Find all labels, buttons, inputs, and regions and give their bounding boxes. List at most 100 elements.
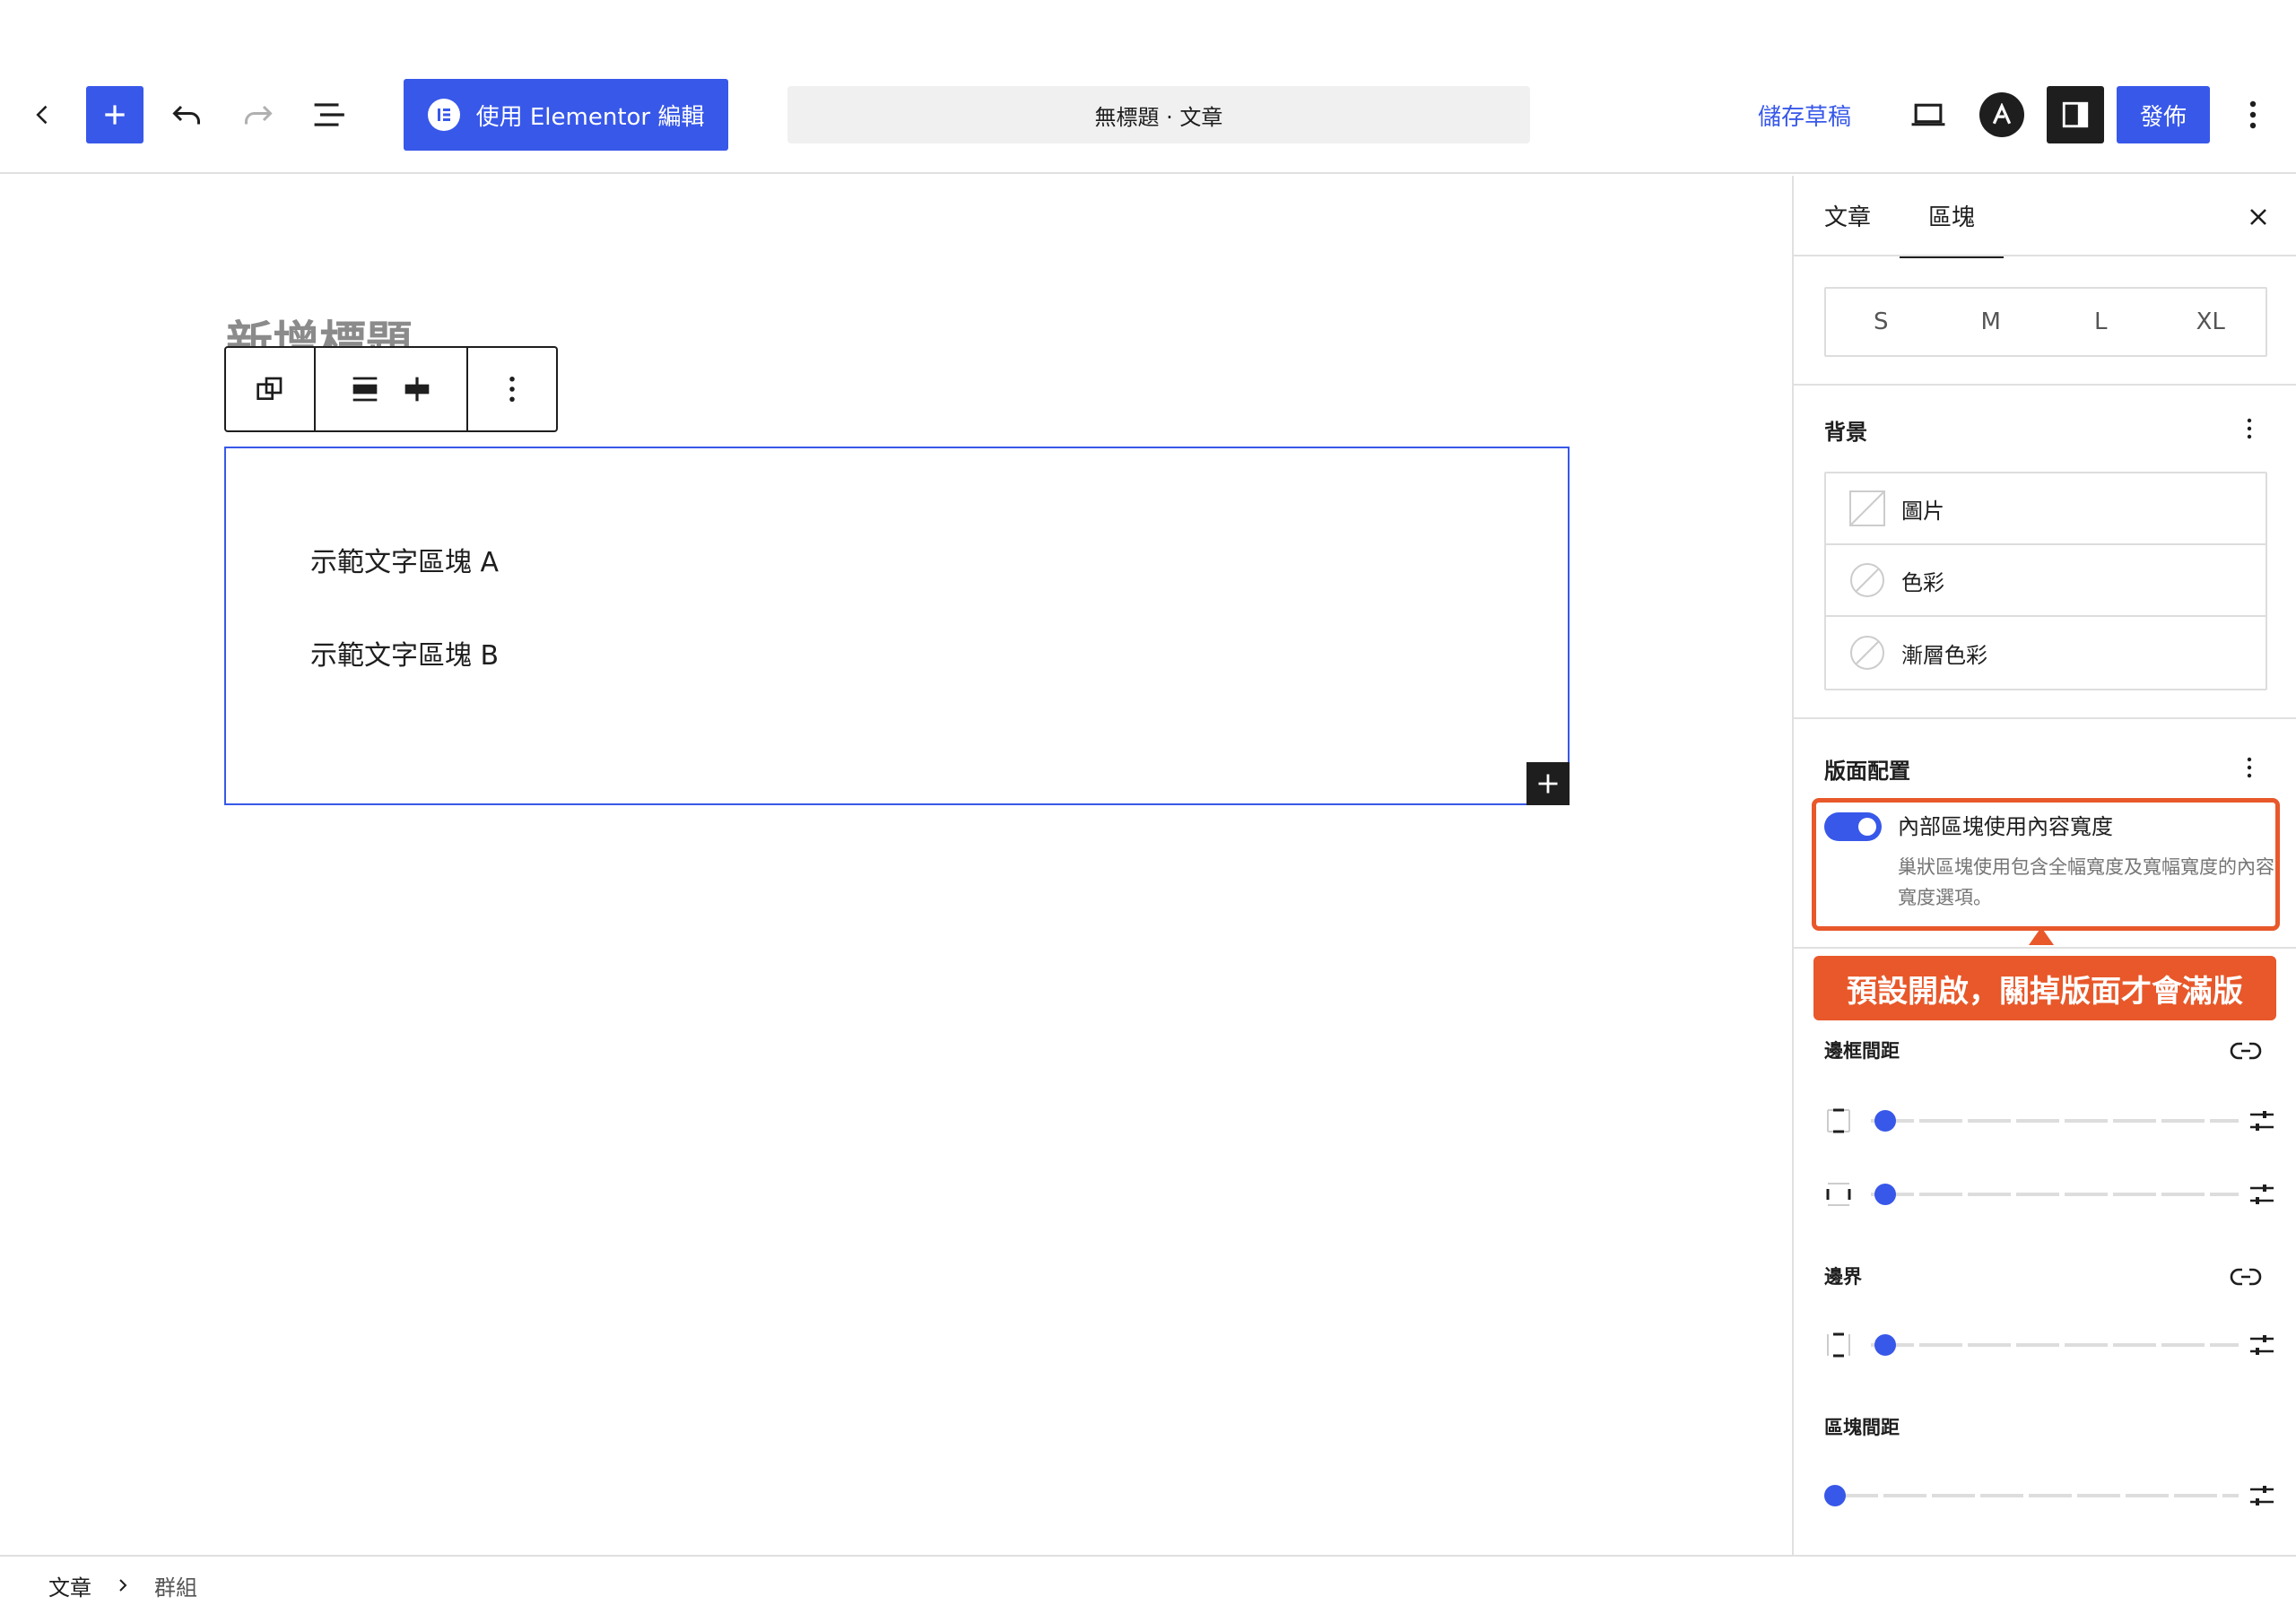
document-title-bar[interactable]: 無標題 · 文章 [787,86,1530,143]
size-option-xl[interactable]: XL [2156,289,2266,355]
tab-post[interactable]: 文章 [1824,199,1871,232]
more-vertical-icon [509,377,515,402]
options-button[interactable] [2224,86,2282,143]
margin-vertical-slider-track[interactable] [1871,1343,2239,1347]
padding-horizontal-slider-track[interactable] [1871,1193,2239,1196]
background-options-list: 圖片 色彩 漸層色彩 [1824,472,2267,690]
undo-button[interactable] [158,86,215,143]
block-toolbar [224,346,558,432]
elementor-logo-icon [427,99,460,131]
annotation-callout: 預設開啟，關掉版面才會滿版 [1813,956,2276,1020]
padding-vertical-slider-thumb[interactable] [1874,1110,1896,1132]
sidebar-icon [2062,101,2089,128]
layout-panel-title: 版面配置 [1824,759,1910,784]
margin-title: 邊界 [1824,1266,1862,1288]
margin-vertical-slider-thumb[interactable] [1874,1334,1896,1356]
chevron-left-icon [36,105,48,125]
size-option-s[interactable]: S [1826,289,1936,355]
block-spacing-title: 區塊間距 [1824,1417,1900,1438]
close-icon [2250,209,2266,225]
alignment-controls [316,348,468,430]
background-image-item[interactable]: 圖片 [1826,473,2266,545]
group-block[interactable]: 示範文字區塊 A 示範文字區塊 B [224,447,1570,805]
settings-sidebar-toggle[interactable] [2047,86,2104,143]
elementor-button-label: 使用 Elementor 編輯 [475,103,705,131]
edit-with-elementor-button[interactable]: 使用 Elementor 編輯 [404,79,728,151]
background-options-button[interactable] [2233,412,2266,445]
sidebar-tabs: 文章 區塊 [1794,176,2296,256]
block-options-button[interactable] [468,348,556,430]
layout-options-button[interactable] [2233,751,2266,784]
background-color-item[interactable]: 色彩 [1826,545,2266,617]
padding-title: 邊框間距 [1824,1040,1900,1062]
block-transform-button[interactable] [226,348,316,430]
block-append-button[interactable] [1526,762,1570,805]
justify-center-icon[interactable] [403,375,431,404]
settings-sliders-icon[interactable] [2248,1481,2276,1510]
preview-button[interactable] [1900,86,1957,143]
gradient-swatch-icon [1850,636,1884,670]
callout-arrow [2029,927,2054,945]
more-vertical-icon [2247,757,2252,778]
settings-sliders-icon[interactable] [2248,1331,2276,1359]
laptop-icon [1911,103,1945,126]
paragraph-block[interactable]: 示範文字區塊 B [310,633,499,672]
toggle-label: 內部區塊使用內容寬度 [1898,814,2113,839]
background-panel-title: 背景 [1824,420,1867,445]
toggle-help-text: 巢狀區塊使用包含全幅寬度及寬幅寬度的內容寬度選項。 [1898,856,2274,908]
plus-icon [105,105,125,125]
block-inserter-button[interactable] [86,86,144,143]
panel-divider [1794,947,2296,949]
breadcrumb-item-post[interactable]: 文章 [48,1570,91,1601]
unlink-sides-icon[interactable] [2228,1033,2264,1069]
settings-sliders-icon[interactable] [2248,1106,2276,1135]
block-spacing-slider-track[interactable] [1835,1494,2239,1497]
breadcrumb-item-group: 群組 [154,1575,197,1601]
unlink-sides-icon[interactable] [2228,1259,2264,1295]
padding-vertical-slider-track[interactable] [1871,1119,2239,1123]
block-breadcrumb: 文章 群組 [0,1555,2296,1614]
padding-vertical-icon [1827,1108,1850,1133]
block-spacing-control [1824,1480,2276,1512]
size-option-m[interactable]: M [1936,289,2047,355]
astra-settings-button[interactable] [1973,86,2031,143]
settings-sidebar: 文章 區塊 S M L XL 背景 圖片 色彩 漸層色彩 版面配置 內部區塊使用… [1792,176,2296,1555]
color-swatch-icon [1850,563,1884,597]
padding-horizontal-icon [1826,1183,1851,1206]
inner-blocks-content-width-toggle[interactable] [1824,812,1882,841]
padding-horizontal-slider-thumb[interactable] [1874,1184,1896,1205]
redo-button[interactable] [230,86,287,143]
toggle-knob [1858,818,1876,836]
back-button[interactable] [22,86,65,143]
undo-icon [172,105,200,125]
astra-logo-icon [1979,92,2024,137]
close-sidebar-button[interactable] [2242,201,2274,233]
margin-vertical-icon [1827,1332,1850,1358]
font-size-picker: S M L XL [1824,287,2267,357]
block-spacing-slider-thumb[interactable] [1824,1485,1846,1506]
background-image-label: 圖片 [1901,498,1944,524]
margin-vertical-control [1824,1329,2276,1361]
align-full-width-icon[interactable] [351,375,379,404]
save-draft-button[interactable]: 儲存草稿 [1758,86,1851,143]
redo-icon [245,105,273,125]
size-option-l[interactable]: L [2046,289,2156,355]
panel-divider [1794,384,2296,386]
paragraph-block[interactable]: 示範文字區塊 A [310,540,499,579]
list-view-icon [314,103,344,126]
settings-sliders-icon[interactable] [2248,1180,2276,1209]
publish-button[interactable]: 發佈 [2117,86,2210,143]
image-swatch-icon [1849,490,1885,526]
padding-horizontal-control [1824,1178,2276,1210]
plus-icon [1538,774,1558,794]
chevron-right-icon [119,1579,127,1592]
background-gradient-item[interactable]: 漸層色彩 [1826,617,2266,689]
document-overview-button[interactable] [301,86,359,143]
editor-header: 使用 Elementor 編輯 無標題 · 文章 儲存草稿 發佈 [0,0,2296,174]
underline [1900,256,2004,258]
background-color-label: 色彩 [1901,569,1944,595]
group-icon [257,377,283,400]
tab-block[interactable]: 區塊 [1928,199,1975,232]
more-vertical-icon [2249,100,2257,129]
panel-divider [1794,717,2296,719]
